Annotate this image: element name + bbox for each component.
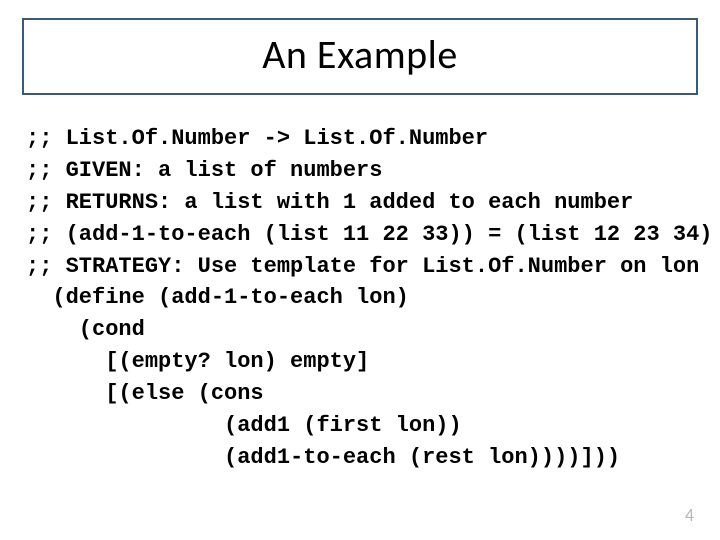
slide-title: An Example (24, 30, 696, 79)
code-line: (cond (26, 314, 698, 346)
page-number: 4 (685, 504, 694, 526)
code-line: ;; STRATEGY: Use template for List.Of.Nu… (26, 251, 698, 283)
code-line: ;; RETURNS: a list with 1 added to each … (26, 187, 698, 219)
code-line: (add1-to-each (rest lon))))])) (26, 442, 698, 474)
code-line: ;; (add-1-to-each (list 11 22 33)) = (li… (26, 219, 698, 251)
code-block: ;; List.Of.Number -> List.Of.Number;; GI… (22, 123, 698, 474)
code-line: [(empty? lon) empty] (26, 346, 698, 378)
slide: An Example ;; List.Of.Number -> List.Of.… (0, 0, 720, 540)
code-line: [(else (cons (26, 378, 698, 410)
title-box: An Example (22, 18, 698, 95)
code-line: (define (add-1-to-each lon) (26, 282, 698, 314)
code-line: (add1 (first lon)) (26, 410, 698, 442)
code-line: ;; GIVEN: a list of numbers (26, 155, 698, 187)
code-line: ;; List.Of.Number -> List.Of.Number (26, 123, 698, 155)
